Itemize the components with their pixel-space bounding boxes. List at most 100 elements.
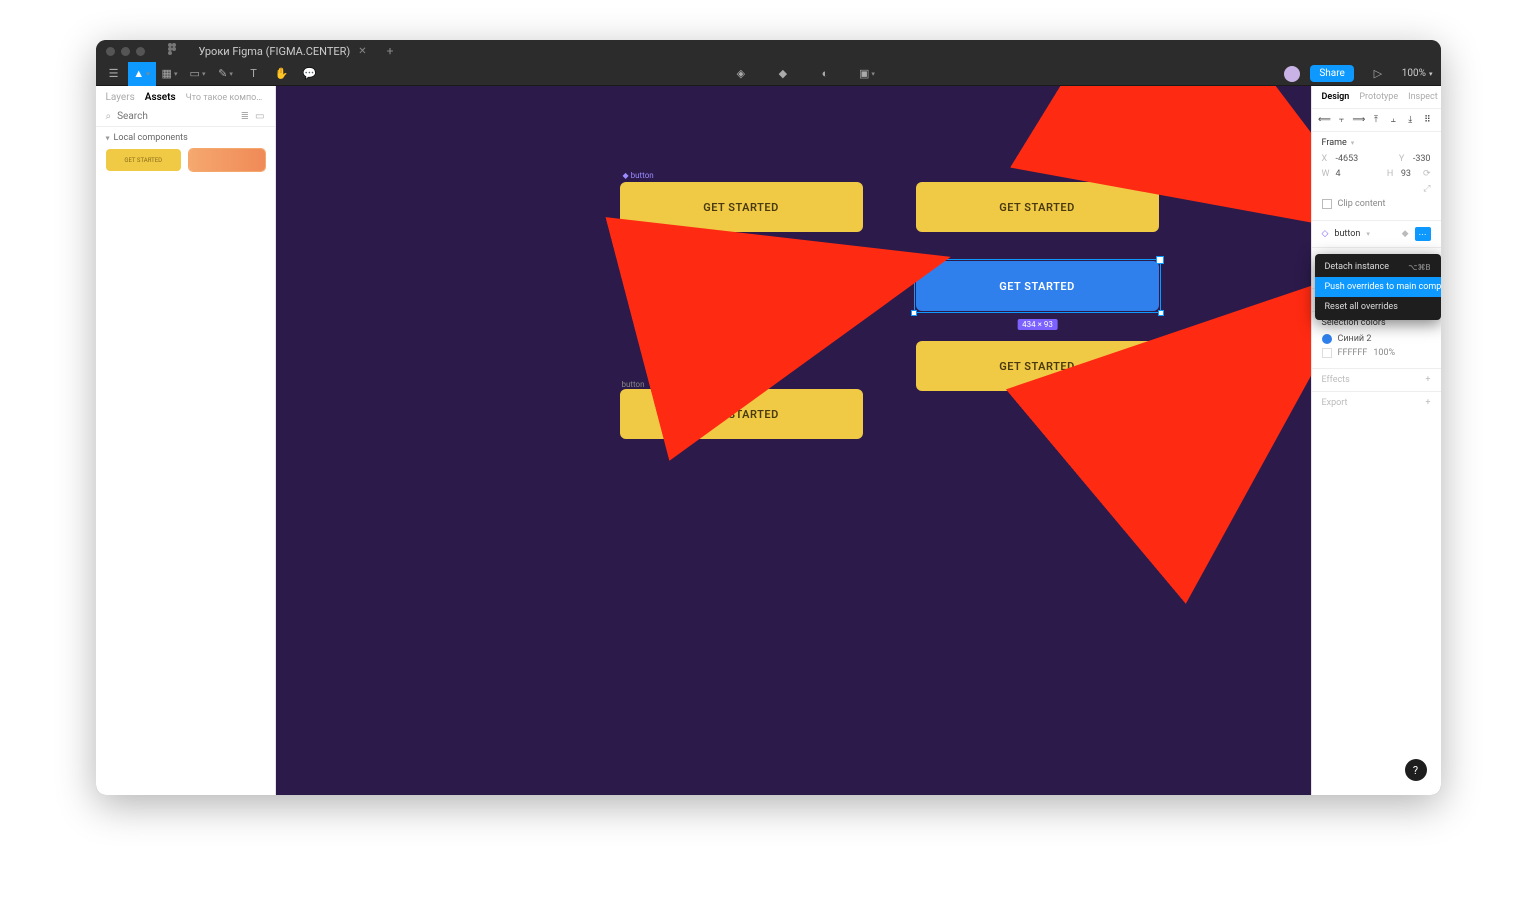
instance-section: ◇ button ▾ ◆ ⋯ [1312, 221, 1441, 248]
frame-section: Frame▾ X -4653 Y -330 W 4 H 93 ⟳ [1312, 132, 1441, 221]
component-thumb-yellow[interactable]: GET STARTED [106, 149, 182, 171]
selcolor-name: Синий 2 [1338, 334, 1372, 344]
reset-icon[interactable]: ◆ [769, 62, 797, 86]
library-icon[interactable]: ▭ [255, 111, 264, 122]
instance-options-button[interactable]: ⋯ [1415, 227, 1431, 241]
toolbar-center: ◈ ◆ ◐ ▣▾ [727, 62, 881, 86]
canvas-button-4: GET STARTED [916, 341, 1159, 391]
clip-label: Clip content [1338, 199, 1386, 209]
app-window: Уроки Figma (FIGMA.CENTER) ✕ + ☰ ▲▾ ▦▾ ▭… [96, 40, 1441, 795]
y-label: Y [1399, 154, 1407, 164]
clip-checkbox[interactable] [1322, 199, 1332, 209]
frame-label-button-main[interactable]: ◆ button [623, 171, 654, 180]
constrain-icon[interactable]: ⟳ [1423, 169, 1431, 179]
right-panel: Design Prototype Inspect ⟸ ⫟ ⟹ ⤒ ⫠ ⤓ ⠿ F… [1311, 86, 1441, 795]
go-to-main-icon[interactable]: ◆ [1402, 229, 1409, 239]
h-value[interactable]: 93 [1401, 169, 1411, 179]
instance-icon: ◇ [1322, 229, 1329, 239]
list-view-icon[interactable]: ≣ [241, 111, 249, 122]
move-tool[interactable]: ▲▾ [128, 62, 156, 86]
dimension-badge: 434 × 93 [1017, 319, 1058, 330]
max-dot[interactable] [136, 47, 145, 56]
frame-tool[interactable]: ▦▾ [156, 62, 184, 86]
inspect-tab[interactable]: Inspect [1408, 92, 1438, 102]
instance-name[interactable]: button [1334, 229, 1360, 239]
frame-label-button-2[interactable]: button [622, 380, 645, 389]
selcolor-hex: FFFFFF [1338, 348, 1368, 358]
prototype-tab[interactable]: Prototype [1359, 92, 1398, 102]
toolbar: ☰ ▲▾ ▦▾ ▭▾ ✎▾ T ✋ 💬 ◈ ◆ ◐ ▣▾ Share ▷ 100… [96, 62, 1441, 86]
export-add-icon[interactable]: + [1425, 398, 1430, 408]
canvas-button-2: GET STARTED [916, 182, 1159, 232]
canvas[interactable]: ◆ button GET STARTED GET STARTED GET STA… [276, 86, 1311, 795]
instance-context-menu: Detach instance ⌥⌘B Push overrides to ma… [1315, 254, 1441, 320]
effects-add-icon[interactable]: + [1425, 375, 1430, 385]
component-thumb-orange[interactable] [189, 149, 265, 171]
traffic-lights[interactable] [106, 47, 145, 56]
local-components-section[interactable]: Local components [96, 127, 275, 149]
zoom-control[interactable]: 100%▾ [1402, 68, 1433, 79]
design-tab[interactable]: Design [1322, 92, 1350, 102]
pen-tool[interactable]: ✎▾ [212, 62, 240, 86]
text-tool[interactable]: T [240, 62, 268, 86]
align-vcenter-icon[interactable]: ⫠ [1388, 115, 1398, 125]
user-avatar[interactable] [1284, 66, 1300, 82]
align-left-icon[interactable]: ⟸ [1320, 115, 1330, 125]
w-label: W [1322, 169, 1330, 179]
layers-tab[interactable]: Layers [106, 92, 135, 103]
menu-button[interactable]: ☰ [100, 62, 128, 86]
search-icon: ⌕ [106, 111, 112, 122]
selcolor-swatch-white[interactable] [1322, 348, 1332, 358]
align-right-icon[interactable]: ⟹ [1354, 115, 1364, 125]
boolean-icon[interactable]: ▣▾ [853, 62, 881, 86]
align-top-icon[interactable]: ⤒ [1371, 115, 1381, 125]
assets-tab[interactable]: Assets [145, 92, 176, 103]
selection-colors-section: Selection colors Синий 2 FFFFFF 100% [1312, 312, 1441, 369]
annotation-arrow-1 [706, 251, 936, 325]
distribute-icon[interactable]: ⠿ [1422, 115, 1432, 125]
export-title: Export [1322, 398, 1348, 408]
effects-section: Effects + [1312, 369, 1441, 392]
annotation-arrow-2 [1161, 96, 1311, 230]
y-value[interactable]: -330 [1413, 154, 1431, 164]
help-button[interactable]: ? [1405, 759, 1427, 781]
x-label: X [1322, 154, 1330, 164]
asset-search-input[interactable] [117, 111, 217, 122]
shape-tool[interactable]: ▭▾ [184, 62, 212, 86]
x-value[interactable]: -4653 [1336, 154, 1359, 164]
min-dot[interactable] [121, 47, 130, 56]
canvas-button-1: GET STARTED [620, 182, 863, 232]
w-value[interactable]: 4 [1336, 169, 1341, 179]
close-dot[interactable] [106, 47, 115, 56]
effects-title: Effects [1322, 375, 1350, 385]
document-title: Уроки Figma (FIGMA.CENTER) [199, 45, 351, 58]
menu-reset-overrides[interactable]: Reset all overrides [1315, 297, 1441, 317]
canvas-button-5: GET STARTED [620, 389, 863, 439]
left-panel: Layers Assets Что такое компоненты, как … [96, 86, 276, 795]
mask-icon[interactable]: ◐ [811, 62, 839, 86]
selcolor-swatch-blue[interactable] [1322, 334, 1332, 344]
frame-section-title: Frame [1322, 138, 1347, 148]
menu-detach-instance[interactable]: Detach instance ⌥⌘B [1315, 257, 1441, 277]
detach-shortcut: ⌥⌘B [1408, 263, 1430, 272]
h-label: H [1387, 169, 1395, 179]
align-controls: ⟸ ⫟ ⟹ ⤒ ⫠ ⤓ ⠿ [1312, 109, 1441, 132]
annotation-arrow-3 [1186, 281, 1311, 425]
component-icon[interactable]: ◈ [727, 62, 755, 86]
share-button[interactable]: Share [1310, 65, 1353, 82]
page-breadcrumb[interactable]: Что такое компоненты, как с... [186, 93, 265, 103]
new-tab-button[interactable]: + [387, 44, 394, 58]
figma-home-icon[interactable] [167, 43, 177, 60]
align-hcenter-icon[interactable]: ⫟ [1337, 115, 1347, 125]
document-tab[interactable]: Уроки Figma (FIGMA.CENTER) ✕ [199, 45, 367, 58]
export-section: Export + [1312, 392, 1441, 414]
hand-tool[interactable]: ✋ [268, 62, 296, 86]
selcolor-pct: 100% [1373, 348, 1395, 358]
menu-push-overrides[interactable]: Push overrides to main component [1315, 277, 1441, 297]
align-bottom-icon[interactable]: ⤓ [1405, 115, 1415, 125]
resize-icon[interactable]: ⤢ [1423, 184, 1430, 194]
tab-close-icon[interactable]: ✕ [358, 46, 366, 57]
present-button[interactable]: ▷ [1364, 62, 1392, 86]
titlebar: Уроки Figma (FIGMA.CENTER) ✕ + [96, 40, 1441, 62]
comment-tool[interactable]: 💬 [296, 62, 324, 86]
